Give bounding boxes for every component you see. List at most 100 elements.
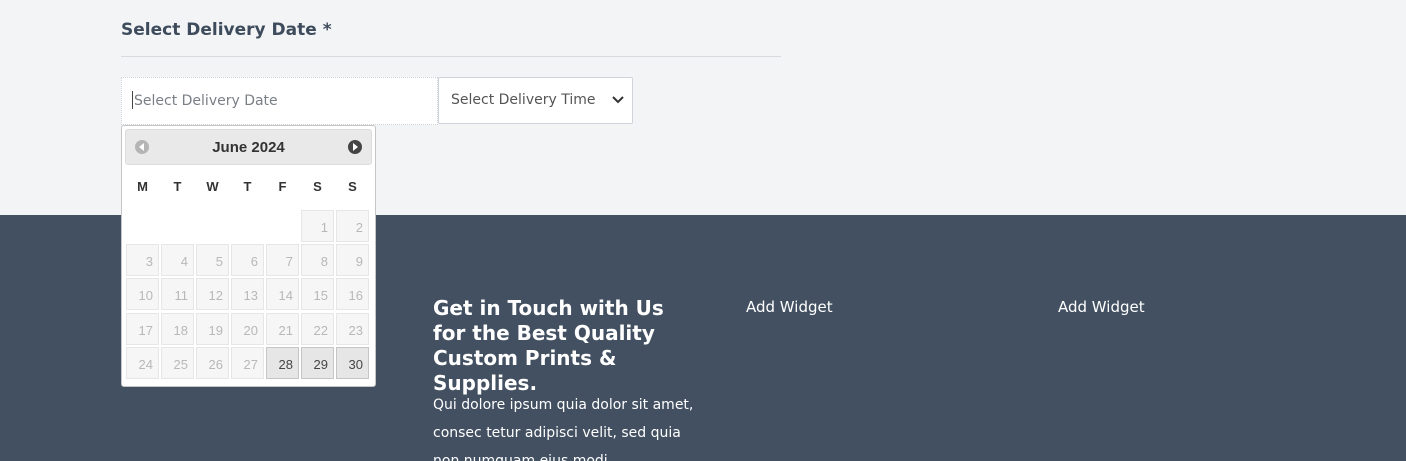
calendar-day-disabled: 17 — [125, 312, 160, 346]
calendar-day-available[interactable]: 29 — [300, 346, 335, 380]
calendar-day-disabled: 24 — [125, 346, 160, 380]
weekday-label: F — [278, 179, 287, 194]
footer-widget-2: Add Widget — [1058, 298, 1145, 316]
calendar-day-disabled: 18 — [160, 312, 195, 346]
datepicker-month-title: June 2024 — [212, 139, 285, 156]
calendar-day-disabled: 4 — [160, 243, 195, 277]
calendar-day-disabled: 7 — [265, 243, 300, 277]
calendar-day-available[interactable]: 30 — [335, 346, 370, 380]
calendar-day-disabled: 19 — [195, 312, 230, 346]
calendar-day-number: 23 — [336, 312, 369, 345]
calendar-day-disabled: 12 — [195, 277, 230, 311]
calendar-day-number: 6 — [231, 244, 264, 277]
calendar-day-disabled: 15 — [300, 277, 335, 311]
calendar-day-number: 10 — [126, 278, 159, 311]
section-divider — [121, 56, 781, 57]
calendar-day-disabled: 16 — [335, 277, 370, 311]
weekday-label: W — [206, 179, 219, 194]
calendar-day-number: 5 — [196, 244, 229, 277]
calendar-empty-box — [161, 210, 194, 242]
calendar-week-row: 17 18 19 20 21 22 23 — [125, 312, 372, 346]
datepicker-popup: June 2024 M T W T F S S 1 2 3 4 5 6 7 8 9 10 11 12 1… — [121, 125, 376, 387]
calendar-grid: 1 2 3 4 5 6 7 8 9 10 11 12 13 14 15 16 17 18 19 20 21 22 23 24 2… — [125, 209, 372, 380]
calendar-day-number: 9 — [336, 244, 369, 277]
calendar-day-disabled: 6 — [230, 243, 265, 277]
calendar-day-number: 2 — [336, 210, 369, 242]
calendar-day-number: 17 — [126, 312, 159, 345]
calendar-day-number: 27 — [231, 346, 264, 379]
calendar-day-disabled: 2 — [335, 209, 370, 243]
calendar-day-number: 19 — [196, 312, 229, 345]
chevron-right-icon — [353, 143, 358, 151]
calendar-day-disabled: 10 — [125, 277, 160, 311]
calendar-day-disabled: 27 — [230, 346, 265, 380]
weekday-label: M — [137, 179, 148, 194]
calendar-day-disabled: 5 — [195, 243, 230, 277]
chevron-down-icon — [612, 96, 624, 104]
calendar-empty-box — [126, 210, 159, 242]
section-title: Select Delivery Date * — [121, 20, 332, 40]
calendar-day-number: 21 — [266, 312, 299, 345]
calendar-day-number: 15 — [301, 278, 334, 311]
text-caret — [132, 91, 133, 109]
calendar-day-disabled: 22 — [300, 312, 335, 346]
calendar-day-number: 29 — [301, 346, 334, 379]
calendar-day-number: 13 — [231, 278, 264, 311]
calendar-day-number: 30 — [336, 346, 369, 379]
calendar-day-disabled: 21 — [265, 312, 300, 346]
datepicker-header: June 2024 — [125, 129, 372, 165]
calendar-day-number: 11 — [161, 278, 194, 311]
calendar-week-row: 3456789 — [125, 243, 372, 277]
calendar-day-available[interactable]: 28 — [265, 346, 300, 380]
calendar-empty-cell — [160, 209, 195, 243]
weekday-label: S — [348, 179, 357, 194]
calendar-week-row: 24 25 26 27 28 29 30 — [125, 346, 372, 380]
calendar-day-disabled: 13 — [230, 277, 265, 311]
calendar-day-disabled: 1 — [300, 209, 335, 243]
calendar-day-number: 26 — [196, 346, 229, 379]
calendar-empty-cell — [195, 209, 230, 243]
calendar-day-number: 4 — [161, 244, 194, 277]
weekday-header: M T W T F S S — [125, 179, 372, 195]
calendar-day-number: 28 — [266, 346, 299, 379]
calendar-day-disabled: 25 — [160, 346, 195, 380]
calendar-empty-box — [266, 210, 299, 242]
calendar-day-number: 18 — [161, 312, 194, 345]
calendar-empty-cell — [230, 209, 265, 243]
calendar-day-disabled: 26 — [195, 346, 230, 380]
calendar-day-disabled: 3 — [125, 243, 160, 277]
calendar-empty-box — [196, 210, 229, 242]
calendar-day-number: 3 — [126, 244, 159, 277]
delivery-time-select[interactable]: Select Delivery Time — [438, 77, 633, 124]
calendar-day-number: 1 — [301, 210, 334, 242]
calendar-day-disabled: 11 — [160, 277, 195, 311]
calendar-week-row: 10 11 12 13 14 15 16 — [125, 277, 372, 311]
calendar-empty-cell — [125, 209, 160, 243]
calendar-day-number: 20 — [231, 312, 264, 345]
footer-text: Qui dolore ipsum quia dolor sit amet, co… — [433, 397, 694, 461]
weekday-label: T — [243, 179, 252, 194]
calendar-day-number: 8 — [301, 244, 334, 277]
calendar-day-number: 12 — [196, 278, 229, 311]
footer-heading: Get in Touch with Us for the Best Qualit… — [433, 296, 664, 395]
delivery-time-select-value: Select Delivery Time — [451, 92, 596, 108]
calendar-day-disabled: 8 — [300, 243, 335, 277]
calendar-day-disabled: 9 — [335, 243, 370, 277]
calendar-day-number: 22 — [301, 312, 334, 345]
calendar-day-disabled: 20 — [230, 312, 265, 346]
calendar-day-number: 14 — [266, 278, 299, 311]
next-month-button[interactable] — [348, 140, 362, 154]
calendar-day-number: 24 — [126, 346, 159, 379]
weekday-label: S — [313, 179, 322, 194]
calendar-day-disabled: 23 — [335, 312, 370, 346]
weekday-label: T — [173, 179, 182, 194]
calendar-empty-cell — [265, 209, 300, 243]
footer-widget-1: Add Widget — [746, 298, 833, 316]
delivery-date-input[interactable] — [121, 77, 438, 125]
calendar-day-disabled: 14 — [265, 277, 300, 311]
calendar-week-row: 12 — [125, 209, 372, 243]
calendar-day-number: 7 — [266, 244, 299, 277]
calendar-day-number: 25 — [161, 346, 194, 379]
calendar-day-number: 16 — [336, 278, 369, 311]
calendar-empty-box — [231, 210, 264, 242]
